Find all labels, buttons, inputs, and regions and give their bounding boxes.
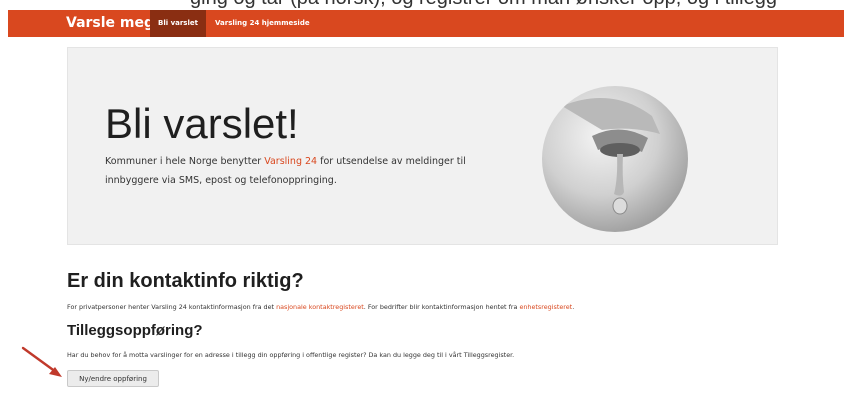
hero-text-part1: Kommuner i hele Norge benytter — [105, 156, 265, 167]
contact-text-part1: For privatpersoner henter Varsling 24 ko… — [67, 303, 277, 311]
brand-link[interactable]: Varsle meg — [66, 10, 154, 37]
contact-heading: Er din kontaktinfo riktig? — [67, 270, 304, 292]
enhetsregisteret-link[interactable]: enhetsregisteret — [519, 303, 572, 311]
extra-heading: Tilleggsoppføring? — [67, 322, 203, 339]
contact-text-part3: . — [572, 303, 575, 311]
hero-text: Kommuner i hele Norge benytter Varsling … — [105, 152, 485, 190]
extra-text: Har du behov for å motta varslinger for … — [67, 351, 515, 359]
nav-item-varsling24-hjemmeside[interactable]: Varsling 24 hjemmeside — [207, 10, 318, 37]
varsling24-link[interactable]: Varsling 24 — [264, 156, 317, 167]
nav-item-bli-varslet[interactable]: Bli varslet — [150, 10, 206, 37]
faucet-drop-image — [542, 86, 688, 232]
contact-text: For privatpersoner henter Varsling 24 ko… — [67, 303, 574, 311]
faucet-icon — [562, 98, 660, 215]
krr-link[interactable]: nasjonale kontaktregisteret — [276, 303, 364, 311]
contact-text-part2: . For bedrifter blir kontaktinformasjon … — [363, 303, 520, 311]
new-edit-entry-button[interactable]: Ny/endre oppføring — [67, 370, 159, 387]
top-navbar: Varsle meg Bli varslet Varsling 24 hjemm… — [8, 10, 844, 37]
red-arrow-icon — [21, 346, 62, 377]
clipped-caption: ging og tar (på norsk), og registrer om … — [190, 0, 777, 10]
hero-title: Bli varslet! — [105, 100, 299, 147]
